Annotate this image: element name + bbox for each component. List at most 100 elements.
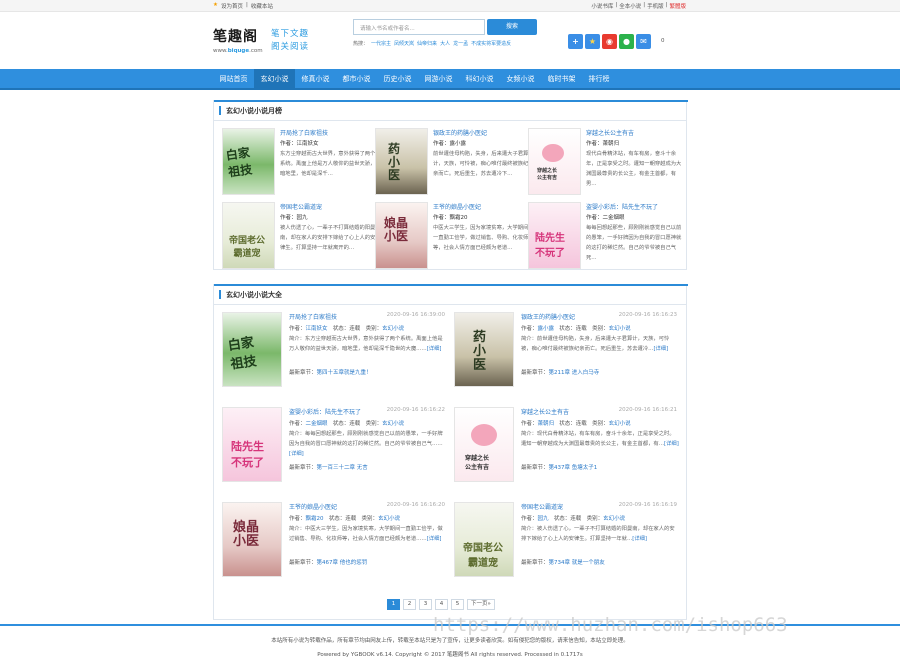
search-input[interactable]: 请输入书名或作者名... <box>353 19 485 35</box>
book-cover[interactable]: 白家 祖技 <box>222 128 275 195</box>
update-time: 2020-09-16 16:16:22 <box>386 407 445 413</box>
book-title[interactable]: 银政王的药膳小医妃 <box>433 128 487 137</box>
qzone-share-icon[interactable]: ✉ <box>636 34 651 49</box>
book-title[interactable]: 帝国老公霸道宠 <box>521 502 563 511</box>
library-link[interactable]: 小说书库 <box>591 2 613 10</box>
traditional-link[interactable]: 繁體版 <box>669 2 686 10</box>
hot-search-link[interactable]: 不成实将军要造反 <box>471 41 511 47</box>
nav-ranking[interactable]: 排行榜 <box>582 69 616 90</box>
monthly-book[interactable]: 穿越之长 公主有吉 穿越之长公主有吉 作者：萧朝归 现代白骨精沐站，有车有房，奋斗… <box>528 128 681 196</box>
page-2[interactable]: 2 <box>403 599 416 610</box>
latest-chapter-link[interactable]: 第437章 鱼塘太子1 <box>549 465 598 471</box>
more-link[interactable]: [详细] <box>632 536 647 542</box>
hot-search-link[interactable]: 一代宗主 <box>371 41 391 47</box>
book-title[interactable]: 王爷的娘晶小医妃 <box>433 202 481 211</box>
book-desc: 简介：中医大三学生，因为家境贫寒，大学期间一直勤工俭学，做过销售、导购、化妆师等… <box>289 526 443 542</box>
book-desc: 中医大三学生，因为家境贫寒，大学期间一直勤工俭学，做过销售、导购、化妆师等，社会… <box>433 225 529 251</box>
monthly-section: 玄幻小说小说月榜 白家 祖技 开局抢了白家祖技 作者：江南妖女 东方尘穿越而古大世… <box>213 100 688 270</box>
nav-xiuzhen[interactable]: 修真小说 <box>295 69 336 90</box>
hot-search-link[interactable]: 仙帝归来 <box>417 41 437 47</box>
more-link[interactable]: [详细] <box>289 451 304 457</box>
book-title[interactable]: 王爷的娘晶小医妃 <box>289 502 337 511</box>
more-link[interactable]: [详细] <box>427 536 442 542</box>
nav-lishi[interactable]: 历史小说 <box>377 69 418 90</box>
main-nav: 网站首页 玄幻小说 修真小说 都市小说 历史小说 网游小说 科幻小说 女频小说 … <box>0 69 900 90</box>
monthly-book[interactable]: 娘晶 小医 王爷的娘晶小医妃 作者：飘霜20 中医大三学生，因为家境贫寒，大学期间… <box>375 202 528 270</box>
site-logo[interactable]: 笔趣阁 www.biquge.com 笔下文趣 阁关阅读 <box>213 26 325 62</box>
book-title[interactable]: 开局抢了白家祖技 <box>280 128 328 137</box>
page-5[interactable]: 5 <box>451 599 464 610</box>
book-cover[interactable]: 药小医 <box>375 128 428 195</box>
book-cover[interactable]: 白家 祖技 <box>222 312 282 387</box>
monthly-book[interactable]: 帝国老公 霸道宠 帝国老公霸道宠 作者：园九 被人伤透了心，一辈子不打算结婚的阳曼… <box>222 202 375 270</box>
nav-nvpin[interactable]: 女频小说 <box>500 69 541 90</box>
latest-chapter-link[interactable]: 第467章 他也的惩罚 <box>317 560 368 566</box>
nav-bookshelf[interactable]: 临时书架 <box>541 69 582 90</box>
star-share-icon[interactable]: ★ <box>585 34 600 49</box>
book-cover[interactable]: 穿越之长 公主有吉 <box>528 128 581 195</box>
book-meta: 作者：二金烟眼 状态：连载 类别：玄幻小说 <box>289 421 405 427</box>
divider: | <box>245 2 248 8</box>
more-link[interactable]: [详细] <box>427 346 442 352</box>
mobile-link[interactable]: 手机版 <box>647 2 664 10</box>
hot-search-link[interactable]: 大人 <box>440 41 450 47</box>
page-4[interactable]: 4 <box>435 599 448 610</box>
book-item: 白家 祖技 开局抢了白家祖技 2020-09-16 16:39:00 作者：江南妖… <box>222 312 447 392</box>
plus-share-icon[interactable]: + <box>568 34 583 49</box>
logo-url: www.biquge.com <box>213 48 263 54</box>
monthly-book[interactable]: 陆先生 不玩了 盗婴小彩后：陆先生不玩了 作者：二金烟眼 每每回想起那些，顾刚刚就… <box>528 202 681 270</box>
book-desc: 前世遭佳母构陷，失身，后来遭大子君算计，天族，可怜被，痴心唯付最终被族纪亲而亡。… <box>433 151 529 177</box>
book-author: 作者：萧朝归 <box>586 141 620 147</box>
book-title[interactable]: 盗婴小彩后：陆先生不玩了 <box>586 202 658 211</box>
book-title[interactable]: 银政王的药膳小医妃 <box>521 312 575 321</box>
top-right-links: 小说书库 | 全本小说 | 手机版 | 繁體版 <box>591 2 686 10</box>
book-cover[interactable]: 娘晶 小医 <box>375 202 428 269</box>
book-title[interactable]: 开局抢了白家祖技 <box>289 312 337 321</box>
nav-wangyou[interactable]: 网游小说 <box>418 69 459 90</box>
more-link[interactable]: [详细] <box>664 441 679 447</box>
latest-chapter-link[interactable]: 第211章 进入白马寺 <box>549 370 600 376</box>
more-link[interactable]: [详细] <box>653 346 668 352</box>
latest-chapter: 最新章节：第四十五章就是九重！ <box>289 370 372 376</box>
book-cover[interactable]: 穿越之长 公主有吉 <box>454 407 514 482</box>
book-author: 作者：江南妖女 <box>280 141 319 147</box>
set-homepage-link[interactable]: 设为首页 <box>221 2 243 10</box>
page-1[interactable]: 1 <box>387 599 400 610</box>
book-title[interactable]: 穿越之长公主有吉 <box>586 128 634 137</box>
nav-dushi[interactable]: 都市小说 <box>336 69 377 90</box>
nav-xuanhuan[interactable]: 玄幻小说 <box>254 69 295 90</box>
update-time: 2020-09-16 16:39:00 <box>386 312 445 318</box>
book-title[interactable]: 穿越之长公主有吉 <box>521 407 569 416</box>
latest-chapter-link[interactable]: 第一百三十二章 无言 <box>317 465 368 471</box>
nav-kehuan[interactable]: 科幻小说 <box>459 69 500 90</box>
hot-search-link[interactable]: 凤倾天岚 <box>394 41 414 47</box>
book-desc: 东方尘穿越而古大世界，意外获得了两个系统。禹面上他是万人敬仰的益世天骄，暗地里，… <box>280 151 376 177</box>
update-time: 2020-09-16 16:16:21 <box>618 407 677 413</box>
book-desc: 简介：现代白骨精沐站，有车有房，奋斗十余年，正是享受之时。遭知一朝穿越成为大渊国… <box>521 431 679 447</box>
next-page-button[interactable]: 下一页» <box>467 599 495 610</box>
book-cover[interactable]: 陆先生 不玩了 <box>222 407 282 482</box>
book-item: 娘晶 小医 王爷的娘晶小医妃 2020-09-16 16:16:20 作者：飘霜2… <box>222 502 447 582</box>
watermark: https://www.huzhan.com/ishop663 <box>433 614 788 636</box>
book-cover[interactable]: 娘晶 小医 <box>222 502 282 577</box>
book-cover[interactable]: 陆先生 不玩了 <box>528 202 581 269</box>
nav-home[interactable]: 网站首页 <box>213 69 254 90</box>
book-cover[interactable]: 帝国老公 霸道宠 <box>222 202 275 269</box>
book-cover[interactable]: 药小医 <box>454 312 514 387</box>
page-3[interactable]: 3 <box>419 599 432 610</box>
section-header: 玄幻小说小说月榜 <box>214 100 688 121</box>
latest-chapter-link[interactable]: 第734章 就是一个朋友 <box>549 560 605 566</box>
book-cover[interactable]: 帝国老公 霸道宠 <box>454 502 514 577</box>
search-button[interactable]: 搜索 <box>487 19 537 35</box>
complete-novels-link[interactable]: 全本小说 <box>619 2 641 10</box>
latest-chapter-link[interactable]: 第四十五章就是九重！ <box>317 370 372 376</box>
monthly-book[interactable]: 白家 祖技 开局抢了白家祖技 作者：江南妖女 东方尘穿越而古大世界，意外获得了两个… <box>222 128 375 196</box>
book-desc: 简介：每每回想起那些，顾刚刚就感觉自己以前的愚笨，一手好牌因为自我的冒口愿神就的… <box>289 431 443 457</box>
monthly-book[interactable]: 药小医 银政王的药膳小医妃 作者：露小露 前世遭佳母构陷，失身，后来遭大子君算计… <box>375 128 528 196</box>
wechat-share-icon[interactable]: ● <box>619 34 634 49</box>
hot-search-link[interactable]: 龙一孟 <box>453 41 468 47</box>
book-title[interactable]: 盗婴小彩后：陆先生不玩了 <box>289 407 361 416</box>
weibo-share-icon[interactable]: ◉ <box>602 34 617 49</box>
book-title[interactable]: 帝国老公霸道宠 <box>280 202 322 211</box>
bookmark-link[interactable]: 收藏本站 <box>251 2 273 10</box>
